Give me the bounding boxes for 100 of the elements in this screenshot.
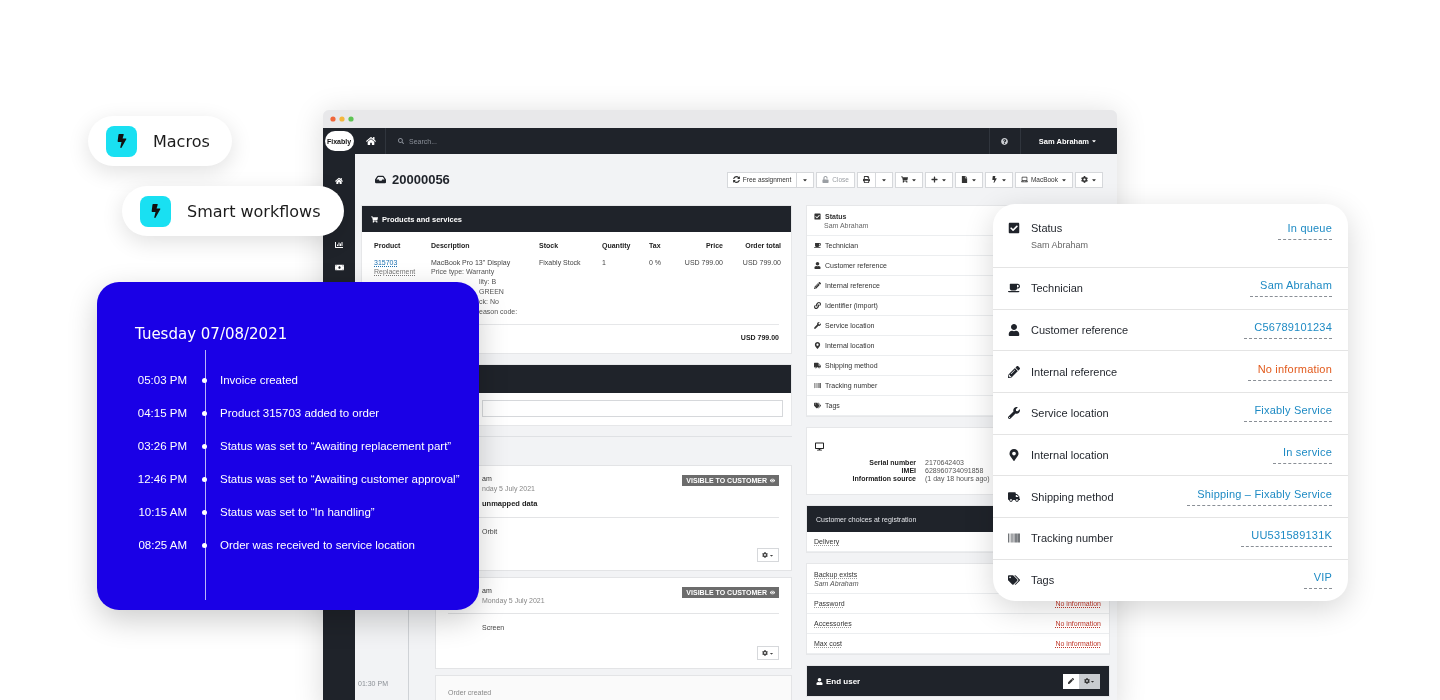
pencil-icon (1008, 365, 1020, 378)
field-value[interactable]: UU531589131K (1241, 529, 1332, 548)
field-value[interactable]: Fixably Service (1244, 404, 1332, 423)
wrench-icon (1008, 407, 1020, 420)
monitor-icon (815, 442, 824, 451)
tags-icon (814, 402, 821, 409)
plus-icon (930, 176, 938, 183)
feature-button[interactable]: Macros (88, 116, 232, 166)
field-label: Internal reference (1031, 365, 1118, 378)
caret-icon (1091, 176, 1097, 183)
field-label: Technician (1031, 282, 1083, 295)
pencil-icon (814, 282, 821, 289)
chart-icon (335, 241, 343, 249)
field-label: Tags (1031, 574, 1055, 587)
event-text: Status was set to “Awaiting customer approval” (220, 473, 460, 485)
print-button[interactable] (856, 171, 876, 188)
truck-icon (814, 362, 821, 369)
pin-icon (814, 342, 821, 349)
panel-title: End user (826, 676, 861, 686)
timeline-dot (202, 509, 207, 515)
sync-icon (732, 176, 740, 183)
gear-icon (762, 552, 768, 558)
person-icon (1008, 324, 1020, 337)
person-icon (816, 677, 823, 685)
field-value[interactable]: Sam Abraham (1250, 279, 1332, 298)
field-label: Service location (1031, 407, 1109, 420)
caret-icon (910, 176, 917, 183)
pin-icon (1008, 449, 1020, 462)
inbox-icon (375, 174, 386, 185)
field-label: Tracking number (1031, 532, 1114, 545)
home-icon (335, 177, 343, 185)
event-time: 08:25 AM (137, 539, 187, 551)
cup-icon (814, 242, 821, 249)
caret-icon (1061, 176, 1067, 183)
field-value[interactable]: In queue (1277, 222, 1332, 240)
caret-icon (802, 176, 809, 183)
field-subtext: Sam Abraham (1030, 240, 1089, 250)
timeline-dot (202, 410, 207, 416)
timeline-dot (202, 443, 207, 449)
bolt-icon (990, 176, 998, 183)
timeline-date: Tuesday 07/08/2021 (135, 325, 289, 343)
edit-button[interactable] (1063, 673, 1079, 689)
wrench-icon (814, 322, 821, 329)
help-icon[interactable] (1001, 137, 1009, 145)
menu-button[interactable] (954, 171, 983, 188)
caret-icon (940, 176, 947, 183)
menu-button[interactable] (924, 171, 953, 188)
cart-icon (900, 176, 908, 183)
comment-field[interactable] (482, 400, 783, 417)
event-text: Status was set to “In handling” (220, 506, 376, 518)
field-value[interactable]: No information (1247, 362, 1332, 381)
field-value[interactable]: C56789101234 (1244, 321, 1332, 340)
field-value[interactable]: VIP (1303, 571, 1332, 590)
caret-icon (769, 650, 774, 656)
search-icon (398, 138, 404, 144)
menu-button[interactable] (984, 171, 1013, 188)
barcode-icon (1008, 532, 1020, 545)
menu-button[interactable] (894, 171, 923, 188)
note-settings-button[interactable] (757, 646, 779, 660)
event-time: 04:15 PM (136, 407, 187, 419)
checkbox-icon (814, 212, 821, 220)
caret-icon (970, 176, 977, 183)
settings-button[interactable] (1079, 673, 1100, 689)
caret-icon (769, 552, 774, 558)
banknote-icon (334, 262, 344, 272)
field-label: Shipping method (1031, 490, 1114, 503)
event-time: 03:26 PM (136, 440, 187, 452)
menu-button[interactable] (1075, 171, 1103, 188)
checkbox-icon (1008, 222, 1020, 234)
event-time: 12:46 PM (136, 473, 187, 485)
timeline-dot (202, 476, 207, 482)
caret-icon (880, 176, 887, 183)
event-text: Order was received to service location (220, 539, 416, 551)
feature-button[interactable]: Smart workflows (122, 186, 344, 236)
field-value[interactable]: In service (1272, 446, 1332, 465)
bolt-icon (140, 195, 171, 227)
order-number: 20000056 (392, 172, 450, 187)
event-time: 10:15 AM (137, 506, 187, 518)
window-controls-icon (330, 116, 356, 122)
person-icon (814, 262, 821, 269)
caret-icon (1090, 678, 1095, 684)
truck-icon (1008, 490, 1020, 503)
note-settings-button[interactable] (757, 548, 779, 562)
timeline-dot (202, 542, 207, 548)
field-label: Status (1031, 222, 1063, 234)
gear-icon (1084, 678, 1090, 684)
event-time: 05:03 PM (136, 374, 187, 386)
field-value[interactable]: Shipping – Fixably Service (1187, 487, 1332, 506)
field-label: Internal location (1031, 449, 1109, 462)
cup-icon (1008, 282, 1020, 295)
gear-icon (762, 650, 768, 656)
event-text: Status was set to “Awaiting replacement part” (220, 440, 453, 452)
timeline-dot (202, 377, 207, 383)
file-icon (960, 176, 968, 183)
event-text: Invoice created (220, 374, 299, 386)
bolt-icon (106, 125, 137, 157)
event-text: Product 315703 added to order (220, 407, 381, 419)
caret-icon (1091, 138, 1097, 144)
home-icon (365, 136, 376, 146)
tags-icon (1008, 574, 1020, 587)
